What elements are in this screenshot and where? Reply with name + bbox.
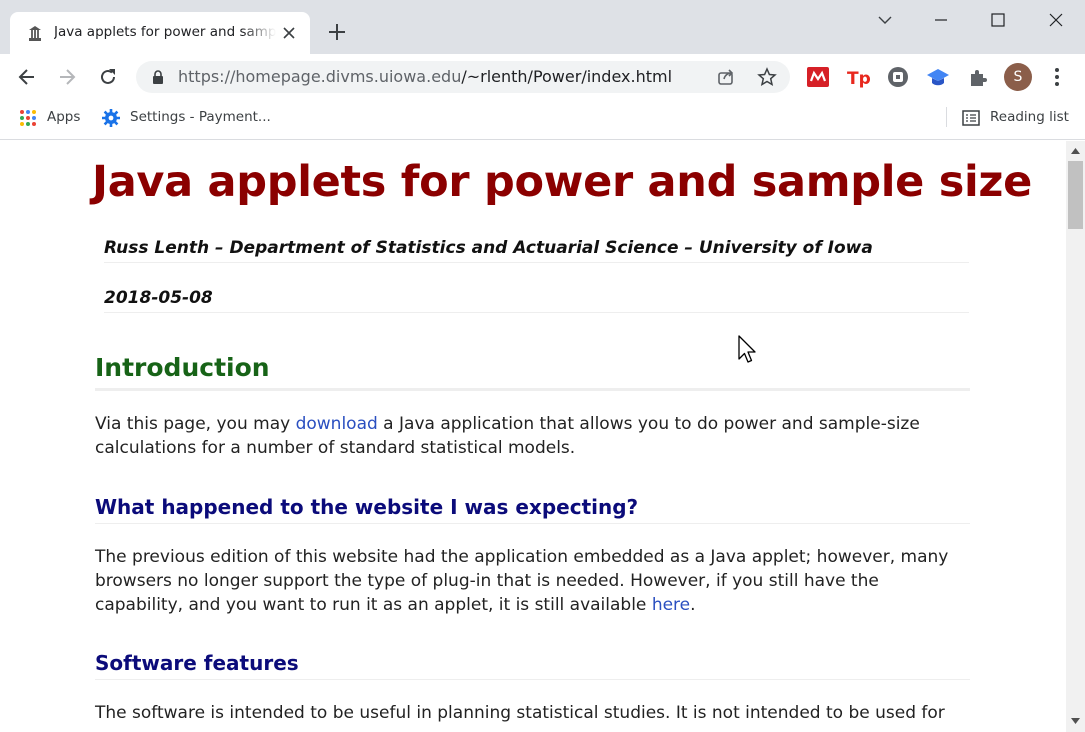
url-text[interactable]: https://homepage.divms.uiowa.edu/~rlenth… <box>178 67 672 86</box>
extensions-puzzle-icon[interactable] <box>966 65 990 89</box>
close-window-icon[interactable] <box>1043 8 1069 32</box>
date-line: 2018-05-08 <box>104 288 969 313</box>
maximize-icon[interactable] <box>985 8 1011 32</box>
close-tab-icon[interactable] <box>280 24 298 42</box>
share-icon[interactable] <box>716 67 736 87</box>
tab-strip: Java applets for power and sample size <box>0 0 1085 54</box>
url-host: https://homepage.divms.uiowa.edu <box>178 67 462 86</box>
bookmark-settings-payment[interactable]: Settings - Payment... <box>102 108 302 128</box>
bookmark-apps[interactable]: Apps <box>19 108 99 128</box>
url-path: /~rlenth/Power/index.html <box>461 67 673 86</box>
reader-extension-icon[interactable] <box>886 65 910 89</box>
expecting-text-before: The previous edition of this website had… <box>95 547 949 615</box>
intro-text-before: Via this page, you may <box>95 414 296 434</box>
tp-extension-icon[interactable]: Tp <box>846 65 870 89</box>
introduction-paragraph: Via this page, you may download a Java a… <box>95 412 970 460</box>
browser-toolbar: https://homepage.divms.uiowa.edu/~rlenth… <box>0 54 1085 100</box>
software-features-paragraph: The software is intended to be useful in… <box>95 703 945 723</box>
kebab-menu-icon[interactable] <box>1048 65 1066 89</box>
introduction-heading: Introduction <box>95 353 970 391</box>
reading-list-label: Reading list <box>990 109 1069 125</box>
vertical-scrollbar[interactable] <box>1066 141 1085 732</box>
back-arrow-icon[interactable] <box>16 66 38 88</box>
page-title: Java applets for power and sample size <box>92 157 1033 207</box>
bookmark-apps-label: Apps <box>47 109 81 125</box>
reading-list-icon <box>962 110 980 126</box>
software-features-heading: Software features <box>95 651 970 680</box>
address-bar[interactable]: https://homepage.divms.uiowa.edu/~rlenth… <box>136 61 790 93</box>
scrollbar-thumb[interactable] <box>1068 161 1083 229</box>
new-tab-plus-icon[interactable] <box>326 21 348 43</box>
expecting-paragraph: The previous edition of this website had… <box>95 545 970 617</box>
bookmarks-bar: Apps Settings - Payment... Reading list <box>0 100 1085 140</box>
tab-title: Java applets for power and sample size <box>54 24 276 40</box>
expecting-text-after: . <box>690 595 696 615</box>
tab-search-chevron-icon[interactable] <box>872 8 898 32</box>
apps-grid-icon <box>20 110 36 126</box>
svg-text:Tp: Tp <box>847 69 870 89</box>
lock-icon[interactable] <box>152 70 164 84</box>
bookmark-settings-label: Settings - Payment... <box>130 109 271 125</box>
reload-icon[interactable] <box>97 66 119 88</box>
author-line: Russ Lenth – Department of Statistics an… <box>104 238 969 263</box>
expecting-heading: What happened to the website I was expec… <box>95 495 970 524</box>
bookmarks-divider <box>946 107 947 127</box>
minimize-icon[interactable] <box>928 8 954 32</box>
page-viewport: Java applets for power and sample size R… <box>0 141 1066 732</box>
profile-avatar[interactable]: S <box>1004 63 1032 91</box>
mendeley-extension-icon[interactable] <box>806 65 830 89</box>
building-favicon-icon <box>29 26 41 41</box>
gear-icon <box>102 109 120 127</box>
download-link[interactable]: download <box>296 414 378 434</box>
forward-arrow-icon[interactable] <box>56 66 78 88</box>
scroll-down-arrow-icon[interactable] <box>1070 717 1081 725</box>
here-link[interactable]: here <box>652 595 690 615</box>
scroll-up-arrow-icon[interactable] <box>1070 147 1081 155</box>
mouse-pointer-icon <box>738 335 756 363</box>
reading-list-button[interactable]: Reading list <box>962 108 1077 128</box>
scholar-cap-extension-icon[interactable] <box>926 65 950 89</box>
bookmark-star-icon[interactable] <box>757 67 777 87</box>
browser-tab[interactable]: Java applets for power and sample size <box>10 12 310 54</box>
